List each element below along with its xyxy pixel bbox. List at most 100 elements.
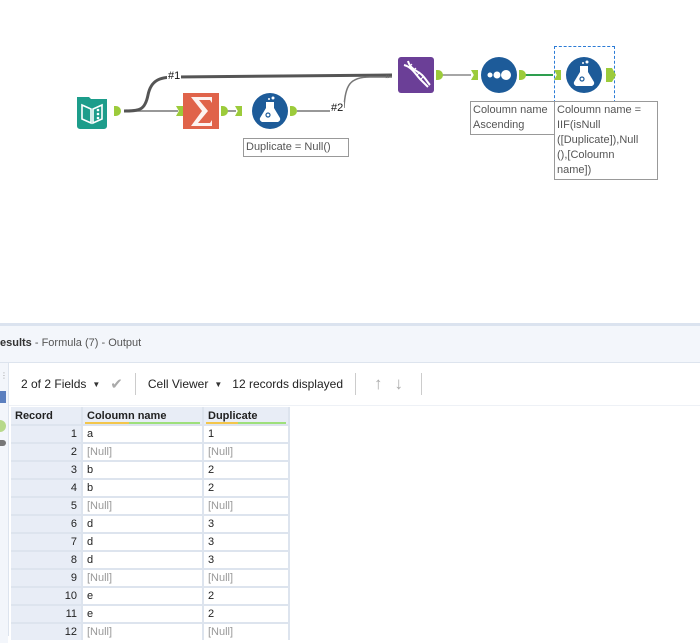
coloumn-name-cell[interactable]: e <box>83 586 204 604</box>
data-quality-bar <box>85 422 200 424</box>
column-header-duplicate[interactable]: Duplicate <box>204 407 290 424</box>
table-row[interactable]: 9 [Null] [Null] <box>11 568 290 586</box>
metadata-icon[interactable] <box>0 391 6 403</box>
coloumn-name-cell[interactable]: [Null] <box>83 622 204 640</box>
record-cell[interactable]: 8 <box>11 550 83 568</box>
record-cell[interactable]: 6 <box>11 514 83 532</box>
coloumn-name-cell[interactable]: b <box>83 460 204 478</box>
results-title: esults - Formula (7) - Output <box>0 337 141 349</box>
caret-down-icon: ▼ <box>92 379 101 389</box>
coloumn-name-cell[interactable]: e <box>83 604 204 622</box>
duplicate-cell[interactable]: [Null] <box>204 622 290 640</box>
table-row[interactable]: 4b2 <box>11 478 290 496</box>
coloumn-name-cell[interactable]: b <box>83 478 204 496</box>
fields-dropdown[interactable]: 2 of 2 Fields ▼ <box>21 377 100 391</box>
results-toolbar: 2 of 2 Fields ▼ ✔ Cell Viewer ▼ 12 recor… <box>9 363 700 406</box>
formula1-annotation: Duplicate = Null() <box>243 138 349 157</box>
column-header-record[interactable]: Record <box>11 407 83 424</box>
arrow-up-icon[interactable]: ↑ <box>374 374 383 394</box>
workflow-canvas[interactable]: » #1 #2 Duplicate = Null() Coloumn name … <box>0 0 700 323</box>
table-row[interactable]: 6d3 <box>11 514 290 532</box>
cell-viewer-label: Cell Viewer <box>147 377 209 391</box>
toolbar-separator <box>134 373 136 395</box>
table-row[interactable]: 3b2 <box>11 460 290 478</box>
cell-viewer-dropdown[interactable]: Cell Viewer ▼ <box>148 377 222 391</box>
book-icon <box>77 97 107 129</box>
message-icon[interactable] <box>0 440 6 446</box>
table-row[interactable]: 7d3 <box>11 532 290 550</box>
wire-label-2: #2 <box>330 102 345 114</box>
caret-down-icon: ▼ <box>214 379 223 389</box>
sigma-icon <box>183 93 219 129</box>
results-table: Record Coloumn name Duplicate 1 a 1 2 [Null]… <box>11 407 290 640</box>
formula2-annotation: Coloumn name = IIF(isNull ([Duplicate]),… <box>554 101 658 180</box>
record-cell[interactable]: 2 <box>11 442 83 460</box>
input-data-tool[interactable] <box>74 93 110 129</box>
flask-icon <box>566 57 602 93</box>
coloumn-name-cell[interactable]: [Null] <box>83 568 204 586</box>
record-cell[interactable]: 7 <box>11 532 83 550</box>
coloumn-name-cell[interactable]: [Null] <box>83 442 204 460</box>
duplicate-cell[interactable]: [Null] <box>204 496 290 514</box>
join-tool[interactable] <box>398 57 434 93</box>
formula-tool-2[interactable] <box>566 57 602 93</box>
table-row[interactable]: 10 e 2 <box>11 586 290 604</box>
summarize-tool[interactable] <box>183 93 219 129</box>
records-count: 12 records displayed <box>232 377 343 391</box>
formula-tool-1[interactable] <box>252 93 288 129</box>
record-cell[interactable]: 10 <box>11 586 83 604</box>
column-header-coloumn-name[interactable]: Coloumn name <box>83 407 204 424</box>
duplicate-cell[interactable]: 2 <box>204 604 290 622</box>
duplicate-cell[interactable]: 3 <box>204 532 290 550</box>
coloumn-name-cell[interactable]: d <box>83 550 204 568</box>
table-row[interactable]: 2 [Null] [Null] <box>11 442 290 460</box>
record-cell[interactable]: 11 <box>11 604 83 622</box>
toolbar-separator <box>355 373 356 395</box>
duplicate-cell[interactable]: 2 <box>204 586 290 604</box>
sort-tool[interactable] <box>481 57 517 93</box>
coloumn-name-cell[interactable]: a <box>83 424 204 442</box>
results-title-rest: - Formula (7) - Output <box>31 337 142 349</box>
table-row[interactable]: 11 e 2 <box>11 604 290 622</box>
record-cell[interactable]: 5 <box>11 496 83 514</box>
duplicate-cell[interactable]: 3 <box>204 550 290 568</box>
wire-label-1: #1 <box>167 70 182 82</box>
table-row[interactable]: 8d3 <box>11 550 290 568</box>
dots-icon <box>481 57 517 93</box>
results-title-bold: esults <box>0 337 32 349</box>
duplicate-cell[interactable]: 2 <box>204 460 290 478</box>
duplicate-cell[interactable]: 2 <box>204 478 290 496</box>
results-panel: esults - Formula (7) - Output ⋮ 2 of 2 F… <box>0 323 700 643</box>
record-cell[interactable]: 4 <box>11 478 83 496</box>
column-header-label: Duplicate <box>208 409 258 422</box>
duplicate-cell[interactable]: [Null] <box>204 568 290 586</box>
record-cell[interactable]: 12 <box>11 622 83 640</box>
table-row[interactable]: 12 [Null] [Null] <box>11 622 290 640</box>
checkmark-icon[interactable]: ✔ <box>110 375 123 393</box>
table-row[interactable]: 1a1 <box>11 424 290 442</box>
record-cell[interactable]: 1 <box>11 424 83 442</box>
table-header-row: Record Coloumn name Duplicate <box>11 407 290 424</box>
toolbar-separator <box>421 373 422 395</box>
results-side-strip: ⋮ <box>0 363 8 643</box>
coloumn-name-cell[interactable]: d <box>83 514 204 532</box>
results-content: 2 of 2 Fields ▼ ✔ Cell Viewer ▼ 12 recor… <box>8 363 700 640</box>
coloumn-name-cell[interactable]: d <box>83 532 204 550</box>
fields-label: 2 of 2 Fields <box>21 377 87 391</box>
dna-icon <box>398 57 434 93</box>
sort-annotation: Coloumn name Ascending <box>470 101 556 135</box>
duplicate-cell[interactable]: 3 <box>204 514 290 532</box>
record-cell[interactable]: 9 <box>11 568 83 586</box>
data-icon[interactable] <box>0 420 6 432</box>
duplicate-cell[interactable]: 1 <box>204 424 290 442</box>
table-row[interactable]: 5 [Null] [Null] <box>11 496 290 514</box>
arrow-down-icon[interactable]: ↓ <box>395 374 404 394</box>
coloumn-name-cell[interactable]: [Null] <box>83 496 204 514</box>
grip-icon[interactable]: ⋮ <box>0 371 8 380</box>
column-header-label: Coloumn name <box>87 409 167 422</box>
flask-icon <box>252 93 288 129</box>
record-cell[interactable]: 3 <box>11 460 83 478</box>
join-input-arrow-icon: » <box>385 72 391 82</box>
duplicate-cell[interactable]: [Null] <box>204 442 290 460</box>
data-quality-bar <box>206 422 286 424</box>
